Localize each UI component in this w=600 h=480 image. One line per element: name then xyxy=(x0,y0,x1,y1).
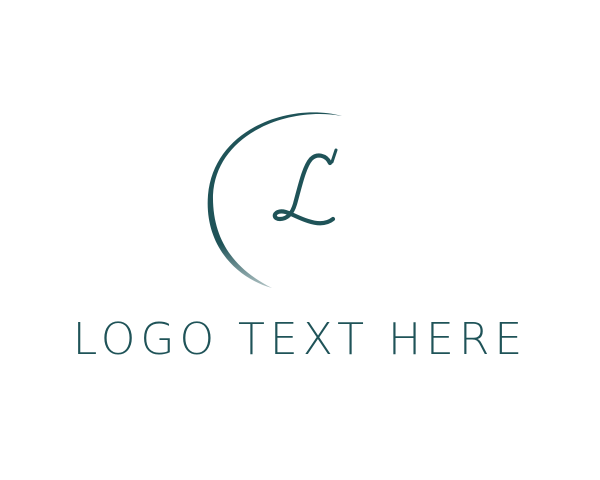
logo-emblem xyxy=(196,100,396,300)
logo-canvas: LOGO TEXT HERE xyxy=(0,0,600,480)
script-l-accent xyxy=(330,148,338,164)
crescent-arc xyxy=(207,112,342,288)
crescent-monogram-icon xyxy=(207,112,342,288)
logo-wordmark: LOGO TEXT HERE xyxy=(72,314,528,365)
script-l-monogram xyxy=(272,153,336,226)
